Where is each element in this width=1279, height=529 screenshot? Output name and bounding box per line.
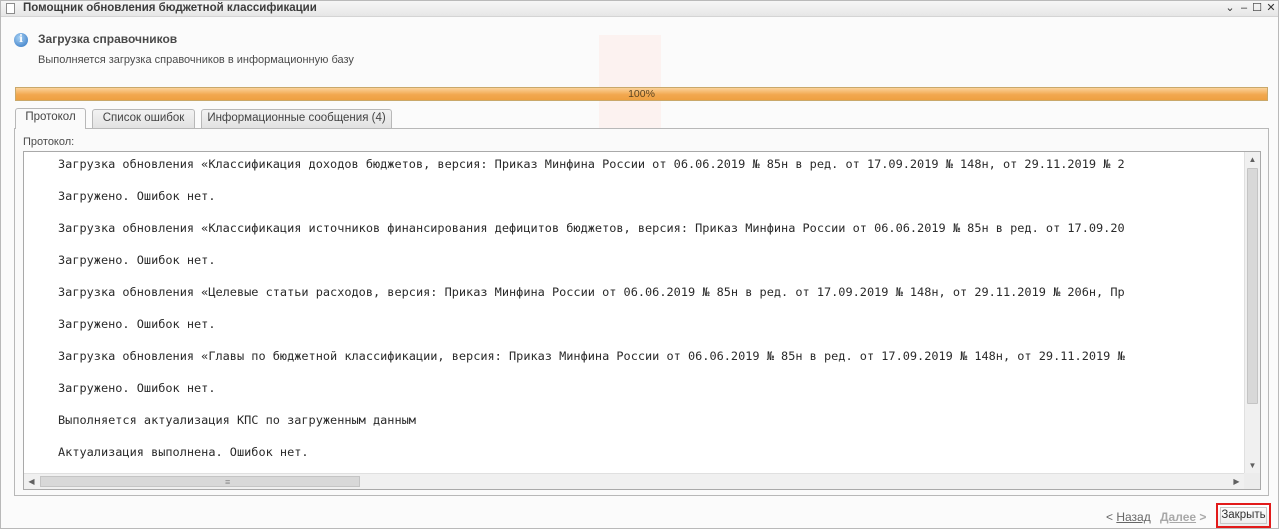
log-label: Протокол: (23, 136, 75, 148)
next-suffix: > (1196, 510, 1207, 524)
protocol-panel: Протокол: Загрузка обновления «Классифик… (14, 128, 1269, 496)
scroll-grip-icon: ≡ (225, 477, 231, 487)
close-window-icon[interactable]: ✕ (1264, 1, 1278, 15)
scroll-right-icon[interactable]: ▶ (1229, 474, 1244, 489)
log-line: Загружено. Ошибок нет. (58, 189, 216, 203)
log-text-area[interactable]: Загрузка обновления «Классификация доход… (23, 151, 1261, 490)
minimize-icon[interactable]: – (1237, 1, 1251, 15)
vertical-scroll-thumb[interactable] (1247, 168, 1258, 404)
log-line: Загрузка обновления «Классификация источ… (58, 221, 1125, 235)
close-button[interactable]: Закрыть (1216, 503, 1271, 528)
close-label: Закрыть (1221, 509, 1266, 521)
window-menu-icon[interactable]: ⌄ (1223, 1, 1237, 15)
scroll-corner (1244, 473, 1260, 489)
scroll-left-icon[interactable]: ◀ (24, 474, 39, 489)
assistant-window: Помощник обновления бюджетной классифика… (0, 0, 1279, 529)
log-line: Загрузка обновления «Классификация доход… (58, 157, 1125, 171)
log-line: Загрузка обновления «Целевые статьи расх… (58, 285, 1125, 299)
log-line: Актуализация выполнена. Ошибок нет. (58, 445, 309, 459)
horizontal-scroll-thumb[interactable]: ≡ (40, 476, 360, 487)
title-bar[interactable]: Помощник обновления бюджетной классифика… (1, 1, 1278, 17)
info-icon: i (14, 33, 28, 47)
log-lines: Загрузка обновления «Классификация доход… (58, 156, 1240, 473)
progress-bar: 100% (15, 87, 1268, 101)
scroll-down-icon[interactable]: ▼ (1245, 458, 1260, 473)
vertical-scrollbar[interactable]: ▲ ▼ (1244, 152, 1260, 473)
progress-label: 100% (628, 88, 655, 100)
back-label: Назад (1116, 510, 1151, 524)
tab-error-list[interactable]: Список ошибок (92, 109, 195, 128)
log-line: Загружено. Ошибок нет. (58, 381, 216, 395)
step-subtitle: Выполняется загрузка справочников в инфо… (38, 54, 354, 66)
document-icon (6, 3, 15, 14)
window-title: Помощник обновления бюджетной классифика… (23, 2, 317, 14)
back-prefix: < (1106, 510, 1117, 524)
scroll-up-icon[interactable]: ▲ (1245, 152, 1260, 167)
horizontal-scrollbar[interactable]: ◀ ≡ ▶ (24, 473, 1244, 489)
next-button[interactable]: Далее > (1160, 510, 1206, 524)
log-line: Выполняется актуализация КПС по загружен… (58, 413, 416, 427)
tab-info-messages[interactable]: Информационные сообщения (4) (201, 109, 392, 128)
log-line: Загружено. Ошибок нет. (58, 253, 216, 267)
step-title: Загрузка справочников (38, 32, 178, 46)
back-button[interactable]: < Назад (1106, 510, 1151, 524)
next-label: Далее (1160, 510, 1197, 524)
tab-protocol[interactable]: Протокол (15, 108, 86, 129)
footer-bar: < Назад Далее > Закрыть (1, 501, 1278, 529)
maximize-icon[interactable]: ☐ (1250, 1, 1264, 15)
log-line: Загрузка обновления «Главы по бюджетной … (58, 349, 1125, 363)
log-line: Загружено. Ошибок нет. (58, 317, 216, 331)
